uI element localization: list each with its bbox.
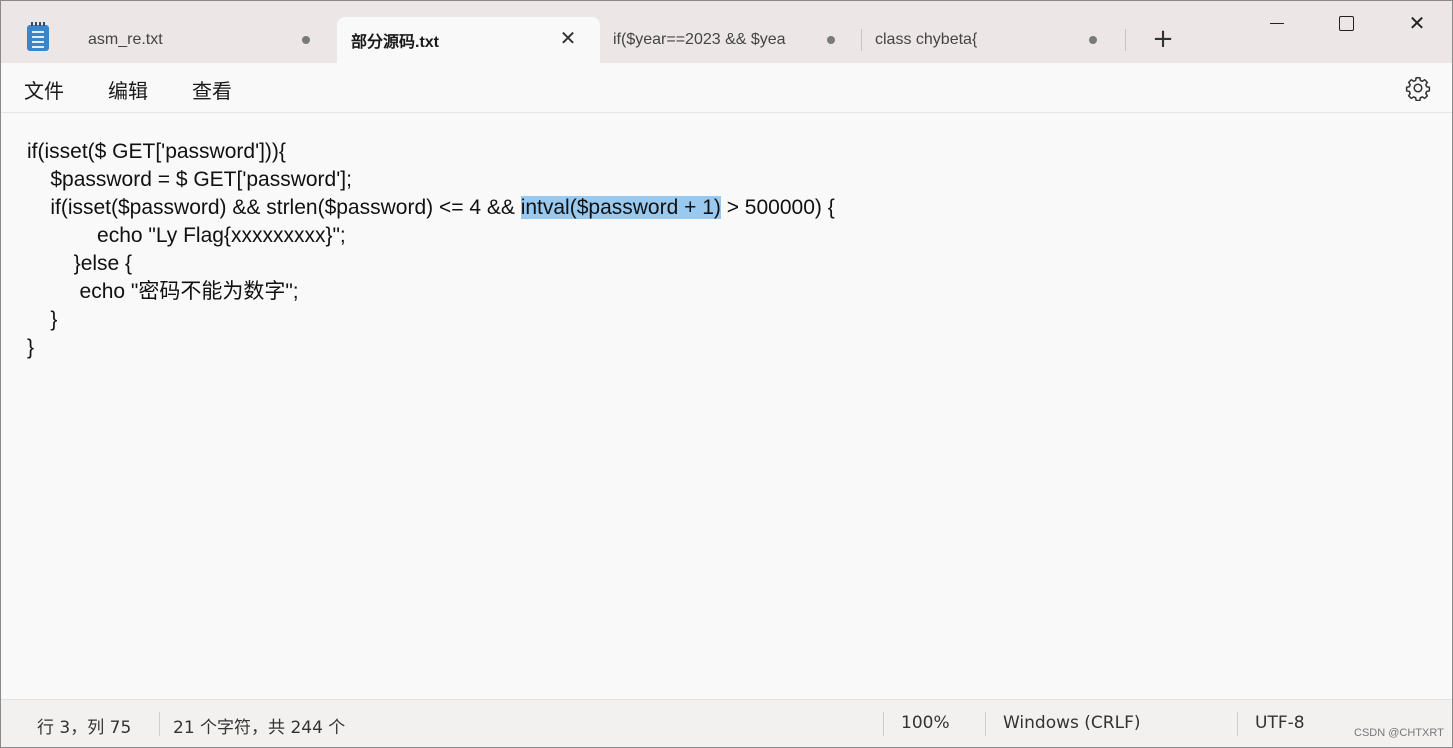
notepad-icon [27,22,49,51]
gear-icon[interactable] [1405,75,1431,101]
encoding[interactable]: UTF-8 [1255,713,1305,733]
watermark: CSDN @CHTXRT [1354,727,1444,739]
close-icon: ✕ [1408,11,1426,35]
minimize-button[interactable] [1242,1,1312,47]
unsaved-dot-icon [302,36,310,44]
code-text: if(isset($password) && strlen($password)… [27,196,521,219]
status-divider [159,712,160,736]
tab-label: asm_re.txt [88,31,163,48]
maximize-button[interactable] [1312,1,1382,47]
tab-class-chybeta[interactable]: class chybeta{ [863,17,1125,63]
tab-asm-re[interactable]: asm_re.txt [63,17,333,63]
unsaved-dot-icon [1089,36,1097,44]
close-icon[interactable]: ✕ [557,28,579,50]
tab-label: if($year==2023 && $yea [613,31,786,48]
minimize-icon [1270,23,1284,24]
menu-bar: 文件 编辑 查看 [1,63,1452,113]
zoom-level[interactable]: 100% [901,713,950,733]
selected-text: intval($password + 1) [520,196,721,219]
close-window-button[interactable]: ✕ [1382,1,1452,47]
menu-view[interactable]: 查看 [192,75,232,104]
code-text: > 500000) { [720,196,835,219]
notepad-window: asm_re.txt 部分源码.txt ✕ if($year==2023 && … [0,0,1453,748]
code-line: echo "Ly Flag{xxxxxxxxx}"; [27,224,346,247]
line-ending[interactable]: Windows (CRLF) [1003,713,1141,733]
code-line: } [27,336,35,359]
status-bar: 行 3，列 75 21 个字符，共 244 个 100% Windows (CR… [1,699,1452,747]
tab-divider [1125,29,1126,51]
status-divider [1237,712,1238,736]
menu-file[interactable]: 文件 [24,75,64,104]
code-line: if(isset($ GET['password'])){ [27,140,286,163]
tab-label: 部分源码.txt [351,34,440,51]
status-divider [985,712,986,736]
tab-label: class chybeta{ [875,31,978,48]
text-editor[interactable]: if(isset($ GET['password'])){ $password … [1,113,1452,699]
code-line: if(isset($password) && strlen($password)… [27,194,835,222]
new-tab-button[interactable]: + [1149,25,1177,53]
tab-divider [861,29,862,51]
menu-edit[interactable]: 编辑 [108,75,148,104]
code-line: }else { [27,252,133,275]
status-divider [883,712,884,736]
character-count: 21 个字符，共 244 个 [173,718,346,738]
code-line: } [27,308,58,331]
code-line: echo "密码不能为数字"; [27,280,299,303]
cursor-position: 行 3，列 75 [37,718,132,738]
tab-source-code[interactable]: 部分源码.txt ✕ [337,17,600,63]
unsaved-dot-icon [827,36,835,44]
tab-year-condition[interactable]: if($year==2023 && $yea [601,17,859,63]
title-bar: asm_re.txt 部分源码.txt ✕ if($year==2023 && … [1,1,1452,63]
code-line: $password = $ GET['password']; [27,168,352,191]
maximize-icon [1339,16,1354,31]
